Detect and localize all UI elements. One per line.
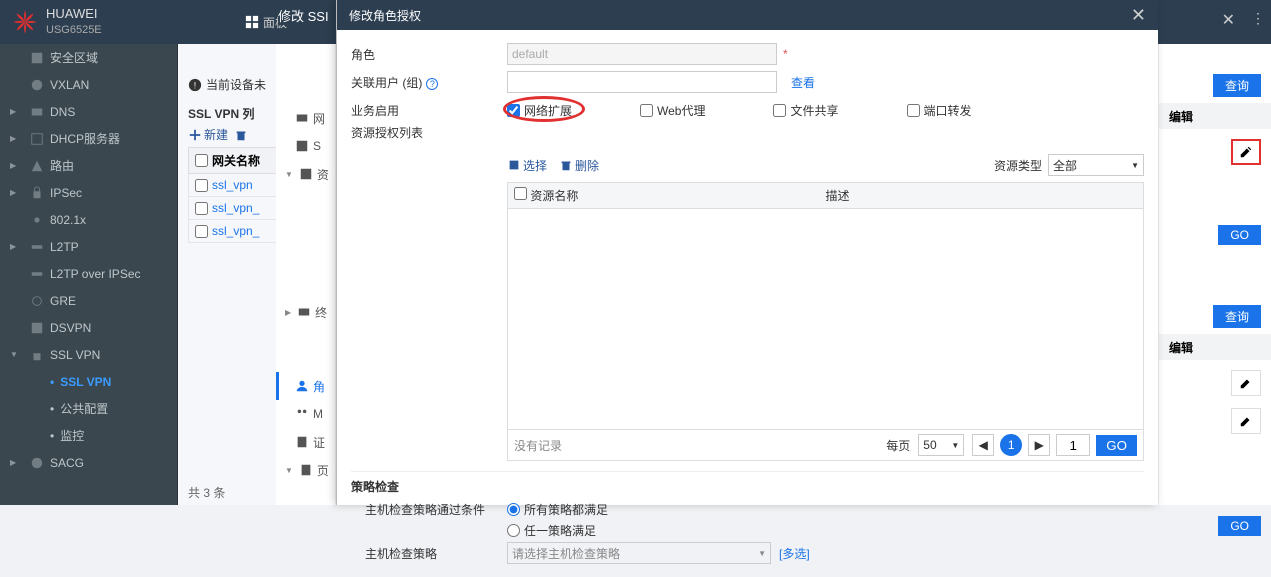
- cond-any-radio[interactable]: 任一策略满足: [507, 522, 608, 539]
- brand-name: HUAWEI: [46, 6, 102, 22]
- nav-sslvpn[interactable]: SSL VPN: [0, 341, 177, 368]
- header-menu-icon[interactable]: ⋮: [1251, 10, 1265, 27]
- page-input[interactable]: [1056, 434, 1090, 456]
- res-type-label: 资源类型: [994, 157, 1042, 174]
- new-button[interactable]: 新建: [188, 126, 228, 143]
- select-button[interactable]: 选择: [507, 157, 547, 174]
- host-policy-label: 主机检查策略: [351, 545, 507, 562]
- nav-sslvpn-monitor[interactable]: 监控: [0, 422, 177, 449]
- nav-sslvpn-sub[interactable]: SSL VPN: [0, 368, 177, 395]
- gw-row-check[interactable]: [195, 225, 208, 238]
- query-button-1[interactable]: 查询: [1213, 74, 1261, 97]
- policy-title: 策略检查: [351, 478, 1144, 495]
- nav-8021x[interactable]: 802.1x: [0, 206, 177, 233]
- nav-dhcp[interactable]: DHCP服务器: [0, 125, 177, 152]
- svg-text:!: !: [194, 80, 196, 90]
- total-count: 共 3 条: [188, 484, 225, 501]
- sec-tab-role[interactable]: 角: [276, 372, 335, 400]
- host-cond-label: 主机检查策略通过条件: [351, 501, 507, 518]
- header-close-icon[interactable]: ✕: [1222, 10, 1235, 30]
- required-star: *: [783, 47, 788, 61]
- edit-icon-button-3[interactable]: [1231, 408, 1261, 434]
- device-tip: 当前设备未: [206, 76, 266, 93]
- res-type-select[interactable]: 全部▼: [1048, 154, 1144, 176]
- nav-vxlan[interactable]: VXLAN: [0, 71, 177, 98]
- delete-res-button[interactable]: 删除: [559, 157, 599, 174]
- nav-dns[interactable]: DNS: [0, 98, 177, 125]
- edit-header-1: 编辑: [1169, 108, 1193, 125]
- no-record: 没有记录: [514, 437, 562, 454]
- res-checkall[interactable]: [514, 187, 527, 200]
- sec-tab-m[interactable]: M: [276, 400, 335, 428]
- res-list-label: 资源授权列表: [351, 124, 507, 141]
- nav-gre[interactable]: GRE: [0, 287, 177, 314]
- nav-sacg[interactable]: SACG: [0, 449, 177, 476]
- nav-l2tp-ipsec[interactable]: L2TP over IPSec: [0, 260, 177, 287]
- go-button[interactable]: GO: [1096, 435, 1137, 456]
- prev-page-button[interactable]: ◀: [972, 434, 994, 456]
- multi-select-link[interactable]: [多选]: [779, 545, 810, 562]
- edit-header-2: 编辑: [1169, 339, 1193, 356]
- resource-table: 资源名称 描述 没有记录 每页 50▼ ◀ 1 ▶ GO: [507, 182, 1144, 461]
- gw-row-check[interactable]: [195, 179, 208, 192]
- svc-net-checkbox[interactable]: 网络扩展: [507, 102, 572, 119]
- edit-icon-button-2[interactable]: [1231, 370, 1261, 396]
- nav-sslvpn-pub[interactable]: 公共配置: [0, 395, 177, 422]
- go-button-right[interactable]: GO: [1218, 225, 1261, 245]
- nav-security-zone[interactable]: 安全区域: [0, 44, 177, 71]
- gw-checkall[interactable]: [195, 154, 208, 167]
- query-button-2[interactable]: 查询: [1213, 305, 1261, 328]
- nav-ipsec[interactable]: IPSec: [0, 179, 177, 206]
- right-panel: 查询 编辑 GO 查询 编辑 GO: [1158, 44, 1271, 505]
- host-policy-select[interactable]: 请选择主机检查策略▼: [507, 542, 771, 564]
- nav-dsvpn[interactable]: DSVPN: [0, 314, 177, 341]
- brand-model: USG6525E: [46, 22, 102, 38]
- svc-web-checkbox[interactable]: Web代理: [640, 102, 705, 119]
- sec-tab-page[interactable]: ▼页: [276, 456, 335, 484]
- next-page-button[interactable]: ▶: [1028, 434, 1050, 456]
- sec-tab-term[interactable]: ▶终: [276, 298, 335, 326]
- cond-all-radio[interactable]: 所有策略都满足: [507, 501, 608, 518]
- svc-port-checkbox[interactable]: 端口转发: [907, 102, 972, 119]
- sec-tab-gw[interactable]: 网: [276, 104, 335, 132]
- section-tabs: 网 S ▼资 ▶终 角 M 证 ▼页: [276, 44, 336, 505]
- edit-icon-button-boxed[interactable]: [1231, 139, 1261, 165]
- gw-row-check[interactable]: [195, 202, 208, 215]
- huawei-logo-icon: [12, 9, 38, 35]
- role-label: 角色: [351, 46, 507, 63]
- user-input[interactable]: [507, 71, 777, 93]
- nav-l2tp[interactable]: L2TP: [0, 233, 177, 260]
- nav-route[interactable]: 路由: [0, 152, 177, 179]
- sec-tab-ssl[interactable]: S: [276, 132, 335, 160]
- help-icon[interactable]: ?: [426, 78, 438, 90]
- sec-tab-cert[interactable]: 证: [276, 428, 335, 456]
- go-button-right-2[interactable]: GO: [1218, 516, 1261, 536]
- role-input[interactable]: [507, 43, 777, 65]
- service-enable-label: 业务启用: [351, 102, 507, 119]
- current-page[interactable]: 1: [1000, 434, 1022, 456]
- modify-role-modal: 修改角色授权 ✕ 角色 * 关联用户 (组)? 查看 业务启用 网络扩展 Web…: [336, 0, 1158, 505]
- left-nav: 安全区域 VXLAN DNS DHCP服务器 路由 IPSec 802.1x L…: [0, 44, 178, 505]
- modal-close-icon[interactable]: ✕: [1131, 5, 1146, 26]
- per-page-select[interactable]: 50▼: [918, 434, 964, 456]
- modal-title: 修改角色授权: [349, 7, 421, 24]
- sec-tab-res[interactable]: ▼资: [276, 160, 335, 188]
- partial-title: 修改 SSI: [278, 6, 329, 25]
- svc-file-checkbox[interactable]: 文件共享: [773, 102, 838, 119]
- delete-button[interactable]: [234, 126, 248, 143]
- view-link[interactable]: 查看: [791, 74, 815, 91]
- user-label: 关联用户 (组)?: [351, 74, 507, 91]
